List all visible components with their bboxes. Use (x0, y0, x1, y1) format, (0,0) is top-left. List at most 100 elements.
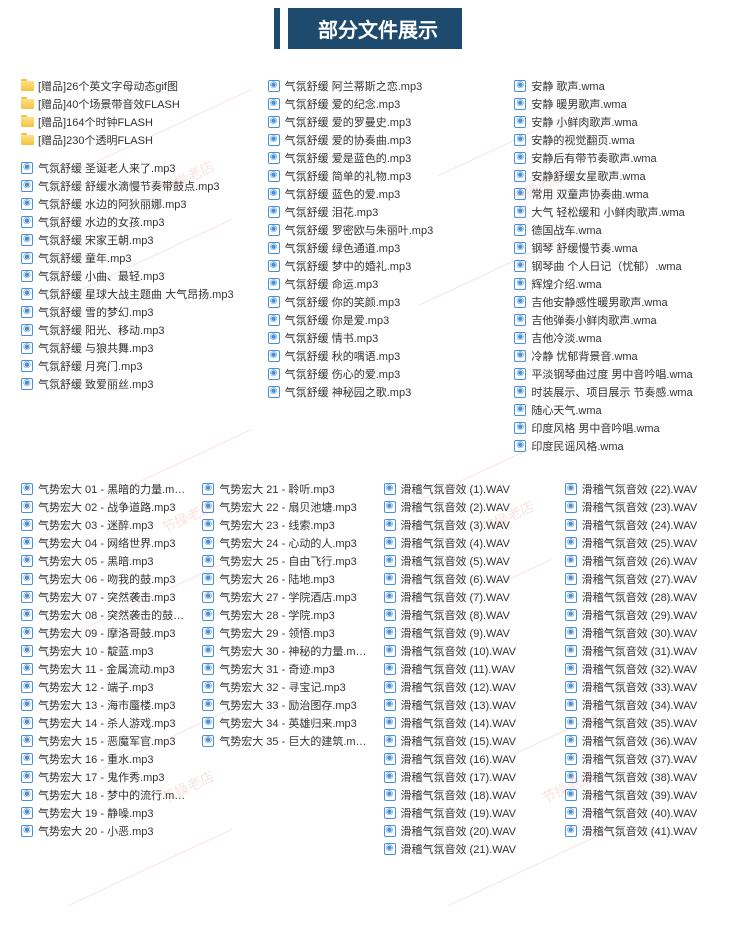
file-item[interactable]: 气氛舒缓 童年.mp3 (20, 249, 237, 267)
file-item[interactable]: 气氛舒缓 你的笑颜.mp3 (267, 293, 484, 311)
file-item[interactable]: 滑稽气氛音效 (5).WAV (383, 552, 549, 570)
file-item[interactable]: 气势宏大 14 - 杀人游戏.mp3 (20, 714, 186, 732)
file-item[interactable]: 气势宏大 32 - 寻宝记.mp3 (201, 678, 367, 696)
file-item[interactable]: 钢琴 舒缓慢节奏.wma (513, 239, 730, 257)
file-item[interactable]: 滑稽气氛音效 (2).WAV (383, 498, 549, 516)
file-item[interactable]: 滑稽气氛音效 (30).WAV (564, 624, 730, 642)
file-item[interactable]: 气势宏大 01 - 黑暗的力量.mp3 (20, 480, 186, 498)
file-item[interactable]: 气势宏大 04 - 网络世界.mp3 (20, 534, 186, 552)
file-item[interactable]: 气势宏大 31 - 奇迹.mp3 (201, 660, 367, 678)
file-item[interactable]: 气势宏大 18 - 梦中的流行.mp3 (20, 786, 186, 804)
file-item[interactable]: 滑稽气氛音效 (20).WAV (383, 822, 549, 840)
file-item[interactable]: 常用 双童声协奏曲.wma (513, 185, 730, 203)
file-item[interactable]: 辉煌介绍.wma (513, 275, 730, 293)
file-item[interactable]: 气势宏大 20 - 小恶.mp3 (20, 822, 186, 840)
file-item[interactable]: 气势宏大 10 - 靛蓝.mp3 (20, 642, 186, 660)
file-item[interactable]: 气势宏大 28 - 学院.mp3 (201, 606, 367, 624)
file-item[interactable]: 气氛舒缓 爱的协奏曲.mp3 (267, 131, 484, 149)
file-item[interactable]: 滑稽气氛音效 (3).WAV (383, 516, 549, 534)
file-item[interactable]: 滑稽气氛音效 (37).WAV (564, 750, 730, 768)
file-item[interactable]: 气氛舒缓 蓝色的爱.mp3 (267, 185, 484, 203)
folder-item[interactable]: [赠品]164个时钟FLASH (20, 113, 237, 131)
file-item[interactable]: 气氛舒缓 泪花.mp3 (267, 203, 484, 221)
file-item[interactable]: 滑稽气氛音效 (24).WAV (564, 516, 730, 534)
file-item[interactable]: 冷静 忧郁背景音.wma (513, 347, 730, 365)
file-item[interactable]: 气势宏大 03 - 迷醉.mp3 (20, 516, 186, 534)
folder-item[interactable]: [赠品]26个英文字母动态gif图 (20, 77, 237, 95)
file-item[interactable]: 气势宏大 35 - 巨大的建筑.mp3 (201, 732, 367, 750)
file-item[interactable]: 安静 暖男歌声.wma (513, 95, 730, 113)
file-item[interactable]: 气氛舒缓 情书.mp3 (267, 329, 484, 347)
file-item[interactable]: 气氛舒缓 罗密欧与朱丽叶.mp3 (267, 221, 484, 239)
file-item[interactable]: 气氛舒缓 爱的纪念.mp3 (267, 95, 484, 113)
file-item[interactable]: 气氛舒缓 爱的罗曼史.mp3 (267, 113, 484, 131)
folder-item[interactable]: [赠品]40个场景带音效FLASH (20, 95, 237, 113)
file-item[interactable]: 气势宏大 23 - 线索.mp3 (201, 516, 367, 534)
file-item[interactable]: 气氛舒缓 致爱丽丝.mp3 (20, 375, 237, 393)
file-item[interactable]: 滑稽气氛音效 (15).WAV (383, 732, 549, 750)
file-item[interactable]: 气氛舒缓 命运.mp3 (267, 275, 484, 293)
file-item[interactable]: 气氛舒缓 梦中的婚礼.mp3 (267, 257, 484, 275)
file-item[interactable]: 滑稽气氛音效 (26).WAV (564, 552, 730, 570)
file-item[interactable]: 气氛舒缓 阳光、移动.mp3 (20, 321, 237, 339)
file-item[interactable]: 气氛舒缓 绿色通道.mp3 (267, 239, 484, 257)
file-item[interactable]: 气势宏大 30 - 神秘的力量.mp3 (201, 642, 367, 660)
file-item[interactable]: 滑稽气氛音效 (38).WAV (564, 768, 730, 786)
file-item[interactable]: 气势宏大 08 - 突然袭击的鼓.mp3 (20, 606, 186, 624)
file-item[interactable]: 吉他冷淡.wma (513, 329, 730, 347)
file-item[interactable]: 气势宏大 12 - 端子.mp3 (20, 678, 186, 696)
file-item[interactable]: 气势宏大 05 - 黑暗.mp3 (20, 552, 186, 570)
file-item[interactable]: 滑稽气氛音效 (8).WAV (383, 606, 549, 624)
file-item[interactable]: 气氛舒缓 舒缓水滴慢节奏带鼓点.mp3 (20, 177, 237, 195)
file-item[interactable]: 气氛舒缓 宋家王朝.mp3 (20, 231, 237, 249)
file-item[interactable]: 随心天气.wma (513, 401, 730, 419)
file-item[interactable]: 滑稽气氛音效 (1).WAV (383, 480, 549, 498)
file-item[interactable]: 滑稽气氛音效 (40).WAV (564, 804, 730, 822)
file-item[interactable]: 滑稽气氛音效 (18).WAV (383, 786, 549, 804)
file-item[interactable]: 滑稽气氛音效 (9).WAV (383, 624, 549, 642)
file-item[interactable]: 印度民谣风格.wma (513, 437, 730, 455)
file-item[interactable]: 滑稽气氛音效 (4).WAV (383, 534, 549, 552)
file-item[interactable]: 气势宏大 21 - 聆听.mp3 (201, 480, 367, 498)
file-item[interactable]: 气氛舒缓 与狼共舞.mp3 (20, 339, 237, 357)
file-item[interactable]: 气势宏大 07 - 突然袭击.mp3 (20, 588, 186, 606)
file-item[interactable]: 滑稽气氛音效 (16).WAV (383, 750, 549, 768)
file-item[interactable]: 滑稽气氛音效 (35).WAV (564, 714, 730, 732)
file-item[interactable]: 吉他弹奏小鲜肉歌声.wma (513, 311, 730, 329)
file-item[interactable]: 滑稽气氛音效 (25).WAV (564, 534, 730, 552)
file-item[interactable]: 气势宏大 34 - 英雄归来.mp3 (201, 714, 367, 732)
file-item[interactable]: 气势宏大 24 - 心动的人.mp3 (201, 534, 367, 552)
file-item[interactable]: 气势宏大 06 - 吻我的鼓.mp3 (20, 570, 186, 588)
file-item[interactable]: 滑稽气氛音效 (17).WAV (383, 768, 549, 786)
file-item[interactable]: 气氛舒缓 水边的女孩.mp3 (20, 213, 237, 231)
file-item[interactable]: 气氛舒缓 星球大战主题曲 大气昂扬.mp3 (20, 285, 237, 303)
file-item[interactable]: 滑稽气氛音效 (33).WAV (564, 678, 730, 696)
file-item[interactable]: 滑稽气氛音效 (14).WAV (383, 714, 549, 732)
file-item[interactable]: 气势宏大 13 - 海市蜃楼.mp3 (20, 696, 186, 714)
file-item[interactable]: 滑稽气氛音效 (39).WAV (564, 786, 730, 804)
file-item[interactable]: 安静的视觉翻页.wma (513, 131, 730, 149)
file-item[interactable]: 气势宏大 26 - 陆地.mp3 (201, 570, 367, 588)
file-item[interactable]: 气势宏大 16 - 重水.mp3 (20, 750, 186, 768)
file-item[interactable]: 滑稽气氛音效 (34).WAV (564, 696, 730, 714)
file-item[interactable]: 滑稽气氛音效 (28).WAV (564, 588, 730, 606)
file-item[interactable]: 滑稽气氛音效 (11).WAV (383, 660, 549, 678)
file-item[interactable]: 气氛舒缓 阿兰蒂斯之恋.mp3 (267, 77, 484, 95)
file-item[interactable]: 钢琴曲 个人日记（忧郁）.wma (513, 257, 730, 275)
file-item[interactable]: 气势宏大 27 - 学院酒店.mp3 (201, 588, 367, 606)
file-item[interactable]: 气势宏大 29 - 领悟.mp3 (201, 624, 367, 642)
file-item[interactable]: 滑稽气氛音效 (31).WAV (564, 642, 730, 660)
file-item[interactable]: 气氛舒缓 圣诞老人来了.mp3 (20, 159, 237, 177)
file-item[interactable]: 气势宏大 02 - 战争道路.mp3 (20, 498, 186, 516)
file-item[interactable]: 安静 小鲜肉歌声.wma (513, 113, 730, 131)
file-item[interactable]: 吉他安静感性暖男歌声.wma (513, 293, 730, 311)
file-item[interactable]: 滑稽气氛音效 (21).WAV (383, 840, 549, 858)
file-item[interactable]: 滑稽气氛音效 (23).WAV (564, 498, 730, 516)
file-item[interactable]: 滑稽气氛音效 (12).WAV (383, 678, 549, 696)
file-item[interactable]: 滑稽气氛音效 (22).WAV (564, 480, 730, 498)
file-item[interactable]: 气势宏大 25 - 自由飞行.mp3 (201, 552, 367, 570)
file-item[interactable]: 滑稽气氛音效 (19).WAV (383, 804, 549, 822)
file-item[interactable]: 气氛舒缓 爱是蓝色的.mp3 (267, 149, 484, 167)
file-item[interactable]: 滑稽气氛音效 (13).WAV (383, 696, 549, 714)
file-item[interactable]: 气氛舒缓 神秘园之歌.mp3 (267, 383, 484, 401)
